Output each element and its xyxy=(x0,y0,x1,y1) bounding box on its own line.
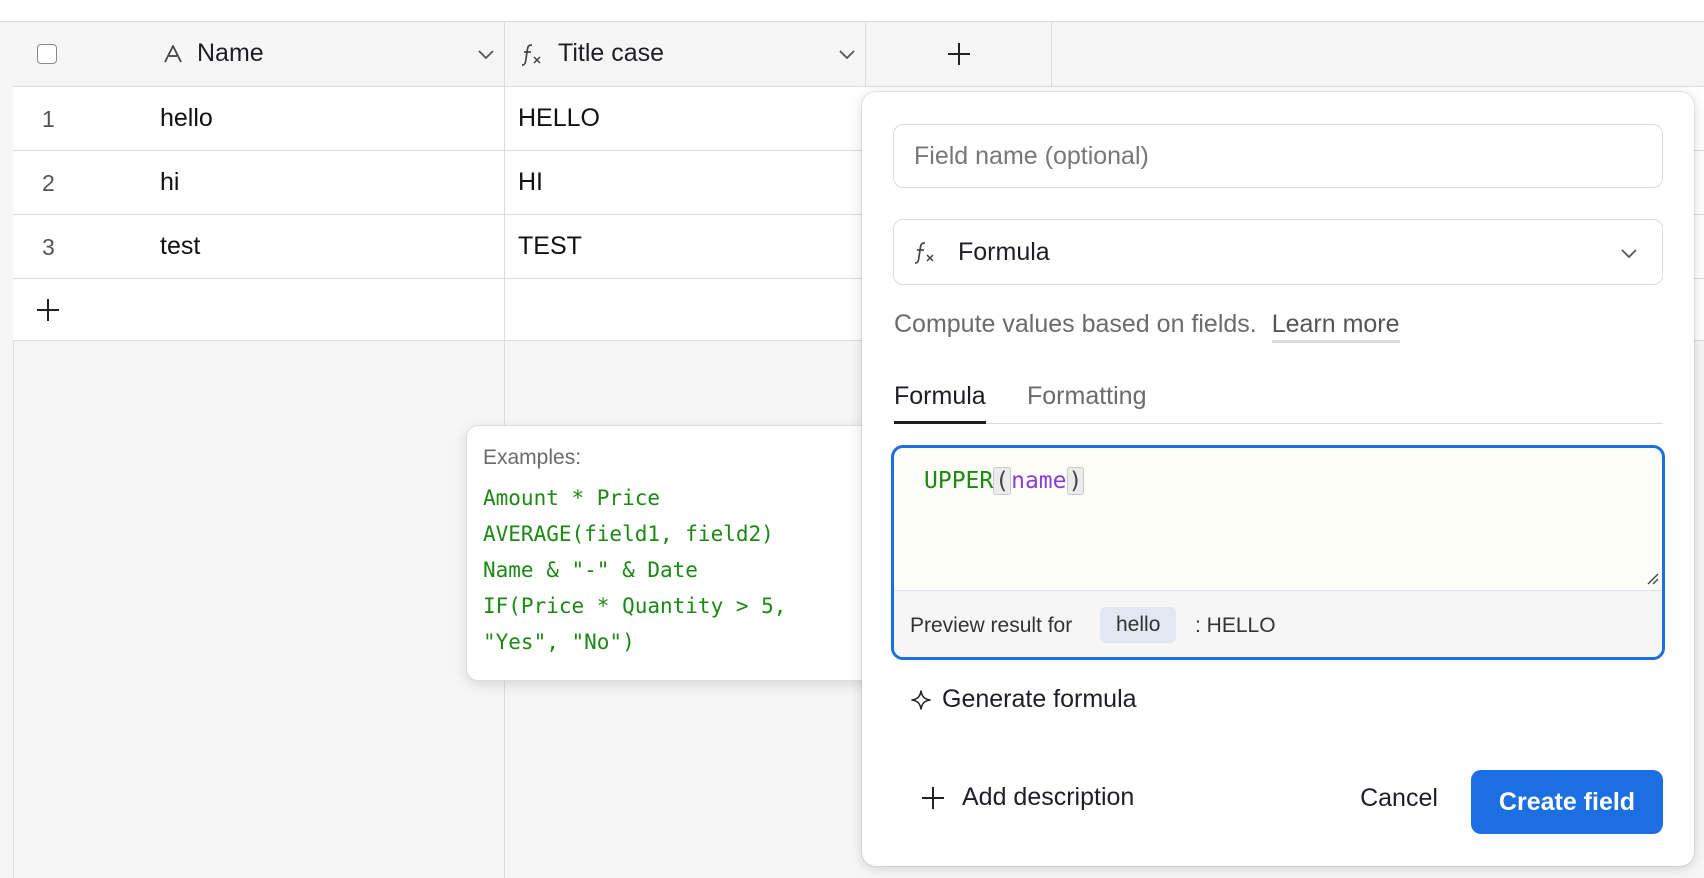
chevron-down-icon[interactable] xyxy=(475,43,497,65)
formula-examples-tooltip: Examples: Amount * Price AVERAGE(field1,… xyxy=(466,425,878,681)
cell-name[interactable]: hello xyxy=(160,104,213,133)
sparkle-icon xyxy=(911,689,931,710)
header-title-case-column[interactable]: Title case xyxy=(505,22,866,86)
field-type-label: Formula xyxy=(958,238,1050,266)
example-line: Amount * Price xyxy=(483,486,661,510)
chevron-down-icon xyxy=(1621,249,1637,259)
cell-name[interactable]: hi xyxy=(160,168,179,197)
create-field-button[interactable]: Create field xyxy=(1471,770,1663,834)
cell-divider xyxy=(504,87,505,151)
learn-more-link[interactable]: Learn more xyxy=(1271,310,1400,343)
preview-result-value: : HELLO xyxy=(1195,614,1276,637)
add-description-label: Add description xyxy=(962,783,1135,811)
grid-header-row: Name Title case xyxy=(13,22,1704,87)
tooltip-title: Examples: xyxy=(483,446,582,469)
cell-divider xyxy=(504,151,505,215)
header-name-column[interactable]: Name xyxy=(13,22,505,86)
chevron-down-icon[interactable] xyxy=(836,43,858,65)
formula-code[interactable]: UPPER(name) xyxy=(924,467,1085,495)
formula-icon xyxy=(521,44,541,66)
field-config-panel: Formula Compute values based on fields. … xyxy=(862,92,1694,866)
field-name-input[interactable] xyxy=(893,124,1663,188)
column-title-case-label: Title case xyxy=(558,39,665,67)
field-type-select[interactable]: Formula xyxy=(893,219,1663,285)
top-bar xyxy=(0,0,1704,22)
cell-name[interactable]: test xyxy=(160,232,200,261)
cell-title-case[interactable]: HELLO xyxy=(518,104,600,133)
cell-divider xyxy=(504,279,505,341)
cell-title-case[interactable]: HI xyxy=(518,168,543,197)
plus-icon xyxy=(947,43,970,65)
formula-icon xyxy=(914,242,934,264)
description-text: Compute values based on fields. xyxy=(894,310,1257,338)
formula-field-ref: name xyxy=(1011,468,1067,494)
preview-result: Preview result for hello : HELLO xyxy=(894,590,1662,657)
formula-tabs: Formula Formatting xyxy=(894,382,1663,424)
plus-icon xyxy=(37,299,59,321)
preview-sample-chip[interactable]: hello xyxy=(1100,607,1177,643)
example-line: IF(Price * Quantity > 5, xyxy=(483,594,787,618)
select-all-checkbox[interactable] xyxy=(37,44,57,64)
cancel-button[interactable]: Cancel xyxy=(1347,768,1451,828)
example-line: Name & "-" & Date xyxy=(483,558,698,582)
open-paren: ( xyxy=(993,467,1012,495)
tab-formatting[interactable]: Formatting xyxy=(1027,382,1146,424)
generate-formula-button[interactable]: Generate formula xyxy=(910,685,1137,714)
resize-handle-icon[interactable] xyxy=(1642,568,1660,586)
cell-title-case[interactable]: TEST xyxy=(518,232,582,261)
plus-icon xyxy=(922,786,944,809)
cell-divider xyxy=(504,215,505,279)
generate-formula-label: Generate formula xyxy=(942,685,1137,713)
tab-formula[interactable]: Formula xyxy=(894,382,986,424)
row-number: 1 xyxy=(42,106,55,132)
row-number: 3 xyxy=(42,234,55,260)
formula-function: UPPER xyxy=(924,468,994,494)
close-paren: ) xyxy=(1066,467,1085,495)
column-name-label: Name xyxy=(197,39,264,67)
formula-editor[interactable]: UPPER(name) Preview result for hello : H… xyxy=(891,445,1665,660)
preview-label: Preview result for xyxy=(910,614,1073,637)
text-field-icon xyxy=(164,45,182,63)
example-line: "Yes", "No") xyxy=(483,630,635,654)
field-type-description: Compute values based on fields. Learn mo… xyxy=(894,310,1400,343)
add-description-button[interactable]: Add description xyxy=(920,783,1134,812)
add-column-button[interactable] xyxy=(866,22,1052,86)
row-number: 2 xyxy=(42,170,55,196)
example-line: AVERAGE(field1, field2) xyxy=(483,522,774,546)
